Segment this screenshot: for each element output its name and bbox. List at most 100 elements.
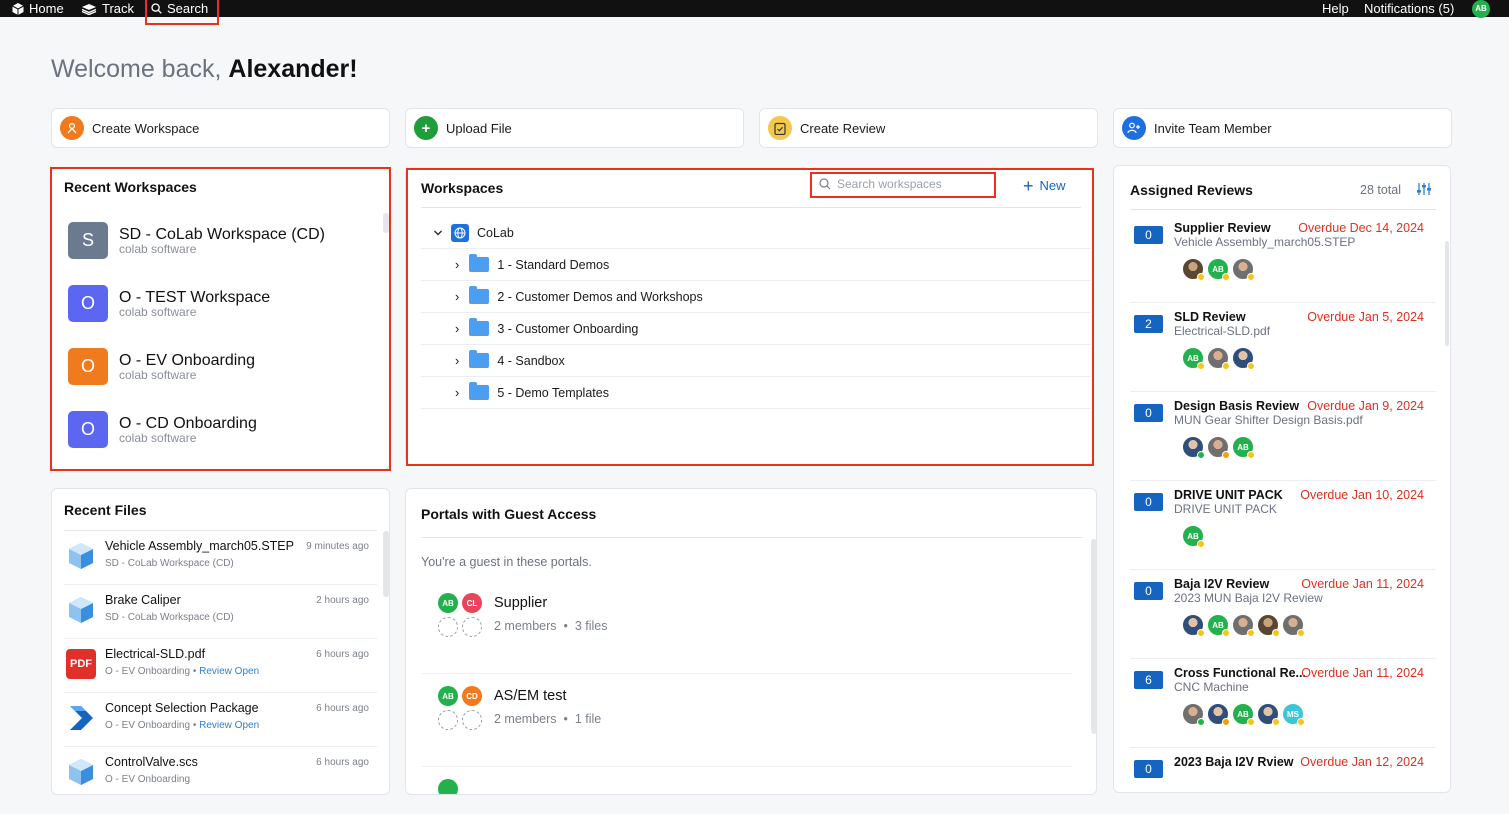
cube-icon xyxy=(69,597,93,623)
tree-folder[interactable]: › 4 - Sandbox xyxy=(421,345,1091,377)
tree-folder[interactable]: › 3 - Customer Onboarding xyxy=(421,313,1091,345)
file-row[interactable]: Vehicle Assembly_march05.STEP SD - CoLab… xyxy=(64,531,377,585)
recent-workspace-item[interactable]: O O - TEST Workspace colab software xyxy=(68,285,270,322)
review-open-link[interactable]: Review Open xyxy=(199,720,259,731)
portals-scrollbar[interactable] xyxy=(1091,539,1096,734)
reviewer-avatar: AB xyxy=(1182,347,1205,370)
review-item[interactable]: 0 2023 Baja I2V Rview Overdue Jan 12, 20… xyxy=(1130,748,1436,792)
portal-item[interactable]: AB CL Supplier 2 members • 3 files xyxy=(422,581,1072,674)
guest-placeholder-icon xyxy=(462,710,482,730)
reviews-scrollbar[interactable] xyxy=(1445,241,1449,346)
chevron-right-icon: › xyxy=(455,385,460,400)
review-due: Overdue Jan 5, 2024 xyxy=(1307,310,1424,324)
recent-workspaces-scrollbar[interactable] xyxy=(383,213,389,233)
folder-icon xyxy=(469,286,490,304)
nav-notifications[interactable]: Notifications (5) xyxy=(1364,0,1454,17)
portal-name: AS/EM test xyxy=(494,688,567,704)
folder-label: 3 - Customer Onboarding xyxy=(497,321,639,336)
create-review-button[interactable]: Create Review xyxy=(759,108,1098,148)
status-dot xyxy=(1247,362,1255,370)
reviewer-avatar xyxy=(1232,614,1255,637)
review-item[interactable]: 0 DRIVE UNIT PACK Overdue Jan 10, 2024 D… xyxy=(1130,481,1436,570)
portal-item[interactable]: AB CD AS/EM test 2 members • 1 file xyxy=(422,674,1072,767)
workspace-initial: O xyxy=(68,411,108,448)
invite-team-member-button[interactable]: Invite Team Member xyxy=(1113,108,1452,148)
new-workspace-label: New xyxy=(1039,178,1066,193)
folder-icon xyxy=(469,254,490,272)
divider xyxy=(421,537,1083,538)
tree-folder[interactable]: › 5 - Demo Templates xyxy=(421,377,1091,409)
folder-icon xyxy=(469,382,490,400)
workspace-initial: O xyxy=(68,285,108,322)
workspace-name: SD - CoLab Workspace (CD) xyxy=(119,225,325,243)
review-title: DRIVE UNIT PACK xyxy=(1174,488,1283,502)
reviewer-avatar: AB xyxy=(1232,703,1255,726)
search-icon xyxy=(819,178,831,190)
new-workspace-button[interactable]: + New xyxy=(1023,177,1066,195)
portal-meta: 2 members • 3 files xyxy=(494,619,608,633)
create-workspace-button[interactable]: Create Workspace xyxy=(51,108,390,148)
add-person-icon xyxy=(1122,116,1146,140)
file-row[interactable]: ControlValve.scs O - EV Onboarding 6 hou… xyxy=(64,747,377,794)
review-item[interactable]: 6 Cross Functional Re... Overdue Jan 11,… xyxy=(1130,659,1436,748)
chevron-right-icon: › xyxy=(455,257,460,272)
portal-name: Supplier xyxy=(494,595,548,611)
reviewer-avatar: AB xyxy=(1182,525,1205,548)
file-workspace-label: O - EV Onboarding xyxy=(105,720,191,731)
tree-root-colab[interactable]: CoLab xyxy=(421,217,1091,249)
review-comment-count: 0 xyxy=(1134,226,1163,244)
recent-workspace-item[interactable]: O O - CD Onboarding colab software xyxy=(68,411,257,448)
warning-dot xyxy=(1222,451,1230,459)
tree-folder[interactable]: › 1 - Standard Demos xyxy=(421,249,1091,281)
reviewer-initials: AB xyxy=(1187,353,1199,363)
nav-home[interactable]: Home xyxy=(12,0,64,17)
top-navigation-bar: Home Track Search Help Notifications (5)… xyxy=(0,0,1509,18)
clipboard-check-icon xyxy=(768,116,792,140)
status-dot xyxy=(1297,629,1305,637)
cube-logo-icon xyxy=(12,2,24,15)
reviewer-avatar xyxy=(1232,258,1255,281)
plus-icon: + xyxy=(414,116,438,140)
file-time: 6 hours ago xyxy=(316,703,369,714)
review-open-link[interactable]: Review Open xyxy=(199,666,259,677)
review-item[interactable]: 0 Design Basis Review Overdue Jan 9, 202… xyxy=(1130,392,1436,481)
review-item[interactable]: 2 SLD Review Overdue Jan 5, 2024 Electri… xyxy=(1130,303,1436,392)
reviewer-initials: AB xyxy=(1237,442,1249,452)
divider xyxy=(1130,209,1436,210)
review-title: Baja I2V Review xyxy=(1174,577,1270,591)
file-row[interactable]: PDF Electrical-SLD.pdf O - EV Onboarding… xyxy=(64,639,377,693)
guest-placeholder-icon xyxy=(438,617,458,637)
reviewer-avatar xyxy=(1182,703,1205,726)
file-row[interactable]: Concept Selection Package O - EV Onboard… xyxy=(64,693,377,747)
workspace-org: colab software xyxy=(119,367,197,382)
reviewer-avatar: AB xyxy=(1232,436,1255,459)
nav-track[interactable]: Track xyxy=(81,0,134,17)
workspace-name: O - EV Onboarding xyxy=(119,351,256,369)
user-avatar-button[interactable]: AB xyxy=(1472,0,1490,18)
file-workspace: O - EV Onboarding • Review Open xyxy=(105,666,260,677)
review-item[interactable]: 0 Baja I2V Review Overdue Jan 11, 2024 2… xyxy=(1130,570,1436,659)
portal-members: 2 members xyxy=(494,712,557,726)
reviewer-avatar xyxy=(1182,258,1205,281)
reviews-total: 28 total xyxy=(1360,183,1402,197)
filter-sliders-icon[interactable] xyxy=(1416,182,1432,196)
recent-workspace-item[interactable]: O O - EV Onboarding colab software xyxy=(68,348,255,385)
folder-label: 4 - Sandbox xyxy=(497,353,565,368)
recent-files-scrollbar[interactable] xyxy=(383,531,389,597)
member-avatar: AB xyxy=(438,593,458,613)
status-dot xyxy=(1197,362,1205,370)
search-workspaces-input[interactable]: Search workspaces xyxy=(811,173,995,195)
nav-help[interactable]: Help xyxy=(1322,0,1349,17)
portal-meta: 2 members • 1 file xyxy=(494,712,602,726)
status-dot xyxy=(1222,362,1230,370)
upload-file-button[interactable]: + Upload File xyxy=(405,108,744,148)
review-due: Overdue Dec 14, 2024 xyxy=(1298,221,1424,235)
recent-workspace-item[interactable]: S SD - CoLab Workspace (CD) colab softwar… xyxy=(68,222,325,259)
create-review-label: Create Review xyxy=(800,120,886,136)
reviewer-avatar xyxy=(1207,703,1230,726)
nav-help-label: Help xyxy=(1322,1,1349,16)
file-row[interactable]: Brake Caliper SD - CoLab Workspace (CD) … xyxy=(64,585,377,639)
tree-folder[interactable]: › 2 - Customer Demos and Workshops xyxy=(421,281,1091,313)
status-dot xyxy=(1197,273,1205,281)
review-item[interactable]: 0 Supplier Review Overdue Dec 14, 2024 V… xyxy=(1130,214,1436,303)
